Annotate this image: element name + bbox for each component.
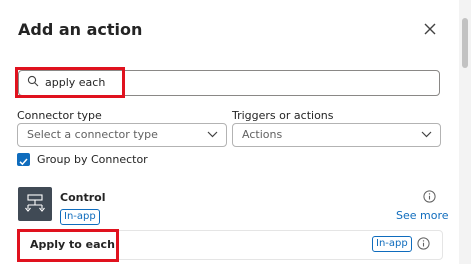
- add-action-panel: Add an action apply each Connector type …: [0, 0, 459, 264]
- connector-type-placeholder: Select a connector type: [27, 128, 158, 141]
- triggers-actions-label: Triggers or actions: [232, 109, 334, 122]
- action-highlight-box: [17, 229, 119, 262]
- group-by-connector-label: Group by Connector: [37, 153, 148, 166]
- panel-title: Add an action: [18, 20, 143, 39]
- in-app-badge: In-app: [372, 236, 412, 252]
- chevron-down-icon: [207, 131, 218, 138]
- connector-type-label: Connector type: [17, 109, 102, 122]
- info-icon[interactable]: [417, 237, 430, 250]
- scrollbar-thumb[interactable]: [462, 18, 468, 68]
- info-icon[interactable]: [423, 190, 436, 203]
- connector-name[interactable]: Control: [60, 191, 105, 204]
- triggers-actions-select[interactable]: Actions: [232, 123, 441, 147]
- connector-type-select[interactable]: Select a connector type: [17, 123, 227, 147]
- control-flow-icon: [18, 187, 52, 221]
- checkmark-icon: [19, 158, 28, 166]
- close-icon[interactable]: [420, 19, 440, 39]
- triggers-actions-value: Actions: [242, 128, 283, 141]
- group-by-connector-checkbox[interactable]: [17, 153, 30, 166]
- chevron-down-icon: [421, 131, 432, 138]
- in-app-badge: In-app: [60, 209, 100, 225]
- see-more-link[interactable]: See more: [396, 209, 449, 222]
- search-highlight-box: [15, 67, 125, 98]
